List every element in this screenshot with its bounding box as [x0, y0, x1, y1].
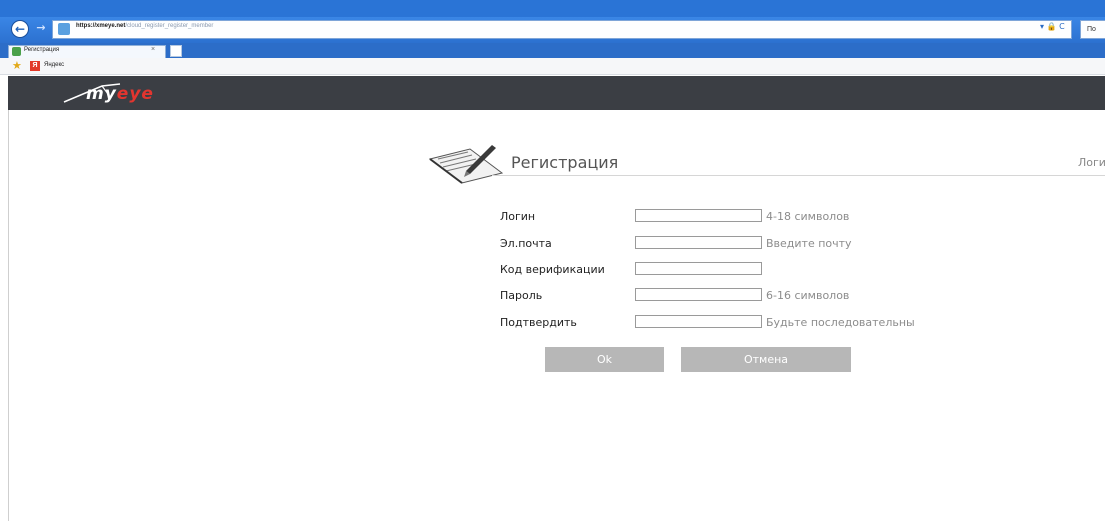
confirm-password-input[interactable] [635, 315, 762, 328]
logo-part-eye: eye [116, 84, 154, 104]
tab-close-icon[interactable]: × [151, 46, 155, 53]
tab-favicon-icon [12, 47, 21, 56]
password-label: Пароль [500, 289, 543, 302]
favorites-bar [0, 58, 1105, 75]
pen-paper-icon [428, 145, 504, 184]
yandex-icon[interactable]: Я [30, 61, 40, 71]
url-path: /cloud_register_register_member [125, 23, 214, 29]
verification-code-input[interactable] [635, 262, 762, 275]
password-input[interactable] [635, 288, 762, 301]
title-divider [492, 175, 1105, 176]
page-border [8, 110, 9, 521]
forward-arrow-icon[interactable]: → [34, 21, 48, 35]
site-favicon-icon [58, 23, 70, 35]
new-tab-button[interactable] [170, 45, 182, 57]
login-link[interactable]: Логин [1078, 156, 1105, 169]
verification-code-label: Код верификации [500, 263, 605, 276]
favorites-star-icon[interactable]: ★ [12, 60, 22, 71]
logo-part-my: my [86, 84, 117, 104]
address-url[interactable]: https://xmeye.net/cloud_register_registe… [76, 23, 213, 29]
confirm-password-label: Подтвердить [500, 316, 577, 329]
search-box[interactable]: По [1080, 20, 1105, 39]
email-label: Эл.почта [500, 237, 552, 250]
cancel-button[interactable]: Отмена [681, 347, 851, 372]
back-arrow-icon[interactable]: ← [11, 20, 29, 38]
login-input[interactable] [635, 209, 762, 222]
email-hint: Введите почту [766, 237, 852, 250]
site-header [8, 76, 1105, 110]
page-root: ← → https://xmeye.net/cloud_register_reg… [0, 0, 1105, 521]
confirm-password-hint: Будьте последовательны [766, 316, 915, 329]
browser-titlebar [0, 0, 1105, 17]
tab-title[interactable]: Регистрация [24, 47, 59, 53]
url-host: https://xmeye.net [76, 23, 126, 29]
email-input[interactable] [635, 236, 762, 249]
ok-button[interactable]: Ok [545, 347, 664, 372]
site-logo[interactable]: myeye [86, 84, 154, 104]
page-title: Регистрация [511, 153, 619, 172]
favorites-item-yandex[interactable]: Яндекс [44, 62, 64, 68]
login-label: Логин [500, 210, 536, 223]
address-bar-icons[interactable]: ▾ 🔒 C [1040, 22, 1065, 31]
login-hint: 4-18 символов [766, 210, 850, 223]
password-hint: 6-16 символов [766, 289, 850, 302]
